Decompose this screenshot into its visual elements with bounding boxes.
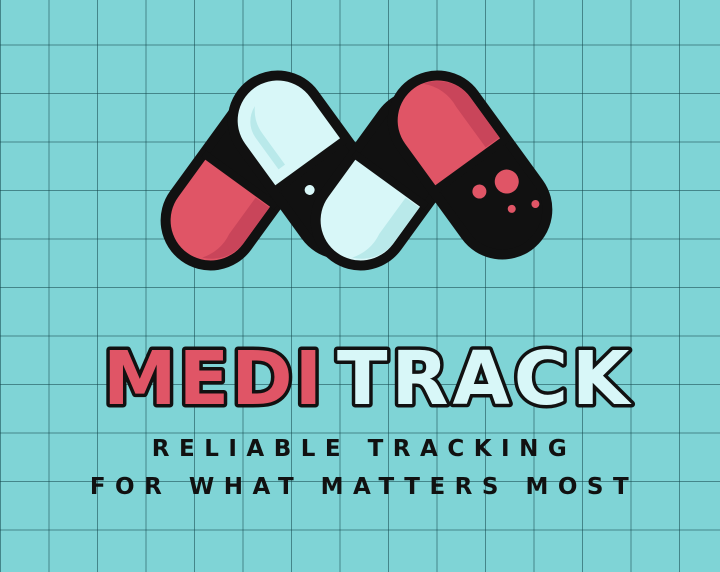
pill-capsules-m-icon — [160, 70, 553, 271]
brand-name-track: TRACK — [337, 336, 633, 422]
tagline-line-1: RELIABLE TRACKING — [151, 436, 577, 462]
brand-wordmark: MEDI TRACK — [100, 333, 633, 426]
brand-name-medi: MEDI — [103, 336, 324, 422]
tagline-line-2: FOR WHAT MATTERS MOST — [89, 474, 639, 500]
meditrack-logo: MEDI TRACK RELIABLE TRACKING FOR WHAT MA… — [0, 0, 720, 572]
